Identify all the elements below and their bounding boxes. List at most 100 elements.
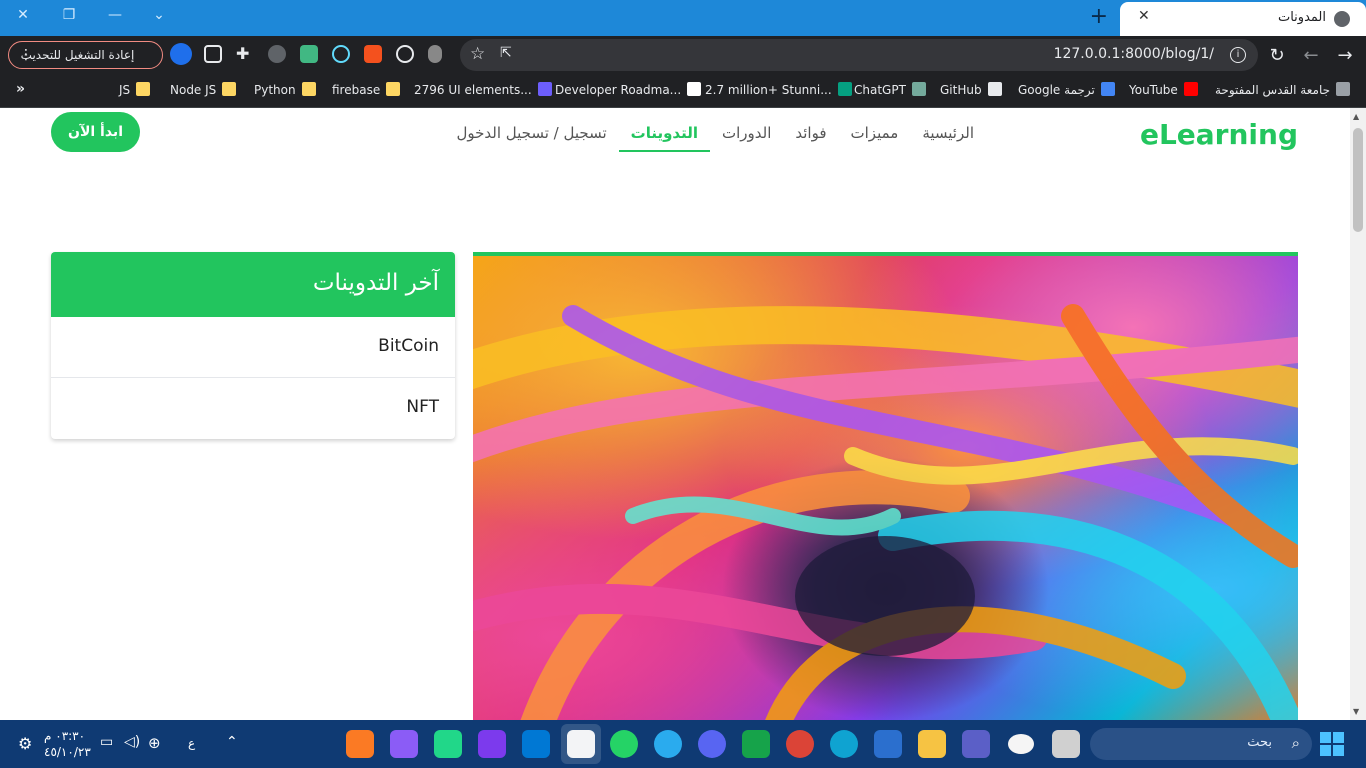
share-icon[interactable]: ⇱: [500, 45, 512, 61]
bookmark-icon: [1336, 82, 1351, 96]
search-icon: ⌕: [1291, 734, 1300, 752]
latest-post-link[interactable]: NFT: [51, 378, 455, 439]
bookmark-item[interactable]: 2796 UI elements...: [414, 82, 552, 100]
menu-dots-icon[interactable]: ⋮: [19, 42, 33, 68]
bookmark-icon: [837, 82, 852, 96]
network-icon[interactable]: ⊕: [148, 734, 161, 752]
snipping-tool-icon[interactable]: [567, 730, 595, 758]
new-tab-button[interactable]: +: [1090, 6, 1108, 28]
percent-extension-icon[interactable]: [364, 45, 382, 63]
url-text[interactable]: 127.0.0.1:8000/blog/1/: [1054, 46, 1214, 62]
bookmark-item[interactable]: 2.7 million+ Stunni...: [705, 82, 852, 100]
file-explorer-icon[interactable]: [918, 730, 946, 758]
bookmark-item[interactable]: جامعة القدس المفتوحة: [1215, 82, 1351, 100]
latest-posts-card: آخر التدوينات BitCoin NFT: [51, 252, 455, 439]
bookmark-item[interactable]: firebase: [332, 82, 401, 100]
task-view-icon[interactable]: [1052, 730, 1080, 758]
bookmark-icon: [222, 82, 237, 96]
bookmark-item[interactable]: GitHub: [940, 82, 1002, 100]
minimize-window-icon[interactable]: —: [100, 4, 130, 26]
telegram-icon[interactable]: [654, 730, 682, 758]
show-hidden-icons[interactable]: ⌃: [226, 734, 238, 750]
xampp-icon[interactable]: [346, 730, 374, 758]
dsoft-icon[interactable]: [742, 730, 770, 758]
vscode-icon[interactable]: [522, 730, 550, 758]
scroll-down-icon[interactable]: ▼: [1353, 707, 1359, 716]
nav-item[interactable]: تسجيل / تسجيل الدخول: [444, 122, 618, 152]
latest-post-link[interactable]: BitCoin: [51, 317, 455, 378]
discord-icon[interactable]: [698, 730, 726, 758]
clock[interactable]: ٠٣:٣٠ م ٤٥/١٠/٢٣: [44, 728, 91, 760]
nav-item[interactable]: الرئيسية: [910, 122, 986, 152]
profile-avatar[interactable]: [170, 43, 192, 65]
weather-icon[interactable]: [1008, 734, 1034, 754]
edge-icon[interactable]: [830, 730, 858, 758]
bookmark-item[interactable]: Python: [254, 82, 316, 100]
bookmark-star-icon[interactable]: ☆: [470, 44, 485, 64]
nav-item[interactable]: الدورات: [710, 122, 783, 152]
tab-search-icon[interactable]: ⌄: [144, 4, 174, 26]
extension-icon[interactable]: [428, 45, 442, 63]
bookmark-label: ChatGPT: [854, 83, 906, 97]
react-devtools-icon[interactable]: [332, 45, 350, 63]
vue-extension-icon[interactable]: [300, 45, 318, 63]
bookmark-icon: [987, 82, 1002, 96]
clock-time: ٠٣:٣٠ م: [44, 729, 86, 743]
page-scrollbar[interactable]: ▲ ▼: [1350, 108, 1366, 720]
browser-toolbar: → ← ↻ i 127.0.0.1:8000/blog/1/ ⇱ ☆ ✚ إعا…: [0, 36, 1366, 74]
windows-start-icon[interactable]: [1320, 732, 1344, 756]
bookmark-icon: [911, 82, 926, 96]
nav-item[interactable]: فوائد: [783, 122, 838, 152]
language-indicator[interactable]: ع: [188, 736, 195, 750]
taskbar: ⌕ بحث ⌃ ع ⊕ ◁) ▭ ٠٣:٣٠ م ٤٥/١٠/٢٣ ⚙: [0, 720, 1366, 768]
address-bar[interactable]: i 127.0.0.1:8000/blog/1/ ⇱ ☆: [460, 39, 1258, 71]
site-logo[interactable]: eLearning: [1140, 118, 1298, 151]
chrome-icon[interactable]: [786, 730, 814, 758]
volume-icon[interactable]: ◁): [124, 734, 140, 750]
bookmark-item[interactable]: ChatGPT: [854, 82, 926, 100]
globe-icon: [1334, 11, 1350, 27]
relaunch-button[interactable]: إعادة التشغيل للتحديث ⋮: [8, 41, 163, 69]
maximize-window-icon[interactable]: ❐: [54, 4, 84, 26]
blog-post-image: [473, 252, 1298, 720]
pycharm-icon[interactable]: [434, 730, 462, 758]
tab-strip: ✕ ❐ — ⌄ + المدونات ✕: [0, 0, 1366, 36]
close-window-icon[interactable]: ✕: [8, 4, 38, 26]
bookmark-icon: [537, 82, 552, 96]
extensions-puzzle-icon[interactable]: ✚: [236, 45, 254, 63]
nav-item[interactable]: مميزات: [839, 122, 911, 152]
bookmark-label: GitHub: [940, 83, 982, 97]
bookmark-item[interactable]: Node JS: [170, 82, 237, 100]
nav-item[interactable]: التدوينات: [618, 122, 710, 152]
visual-studio-icon[interactable]: [478, 730, 506, 758]
compass-extension-icon[interactable]: [396, 45, 414, 63]
bookmark-item[interactable]: Google ترجمة: [1018, 82, 1115, 100]
start-now-button[interactable]: ابدأ الآن: [51, 112, 140, 152]
tab-title: المدونات: [1277, 10, 1326, 25]
bookmark-item[interactable]: JS: [119, 82, 151, 100]
bookmark-label: جامعة القدس المفتوحة: [1215, 83, 1331, 97]
reload-icon[interactable]: ↻: [1266, 45, 1288, 67]
browser-tab[interactable]: المدونات ✕: [1120, 2, 1366, 36]
back-icon[interactable]: →: [1334, 45, 1356, 67]
forward-icon[interactable]: ←: [1300, 45, 1322, 67]
scrollbar-thumb[interactable]: [1353, 128, 1363, 232]
clock-date: ٤٥/١٠/٢٣: [44, 745, 91, 759]
scroll-up-icon[interactable]: ▲: [1353, 112, 1359, 121]
whatsapp-icon[interactable]: [610, 730, 638, 758]
bookmark-item[interactable]: Developer Roadma...: [555, 82, 702, 100]
side-panel-icon[interactable]: [204, 45, 222, 63]
close-tab-icon[interactable]: ✕: [1138, 8, 1150, 24]
more-bookmarks-icon[interactable]: »: [16, 81, 25, 97]
bookmark-icon: [1100, 82, 1115, 96]
battery-icon[interactable]: ▭: [100, 734, 113, 750]
site-info-icon[interactable]: i: [1230, 47, 1246, 63]
bookmark-icon: [687, 82, 702, 96]
bookmark-item[interactable]: YouTube: [1129, 82, 1198, 100]
robot-extension-icon[interactable]: [268, 45, 286, 63]
store-icon[interactable]: [874, 730, 902, 758]
notification-icon[interactable]: ⚙: [18, 734, 32, 753]
teams-icon[interactable]: [962, 730, 990, 758]
taskbar-search[interactable]: ⌕ بحث: [1090, 728, 1312, 760]
phpstorm-icon[interactable]: [390, 730, 418, 758]
